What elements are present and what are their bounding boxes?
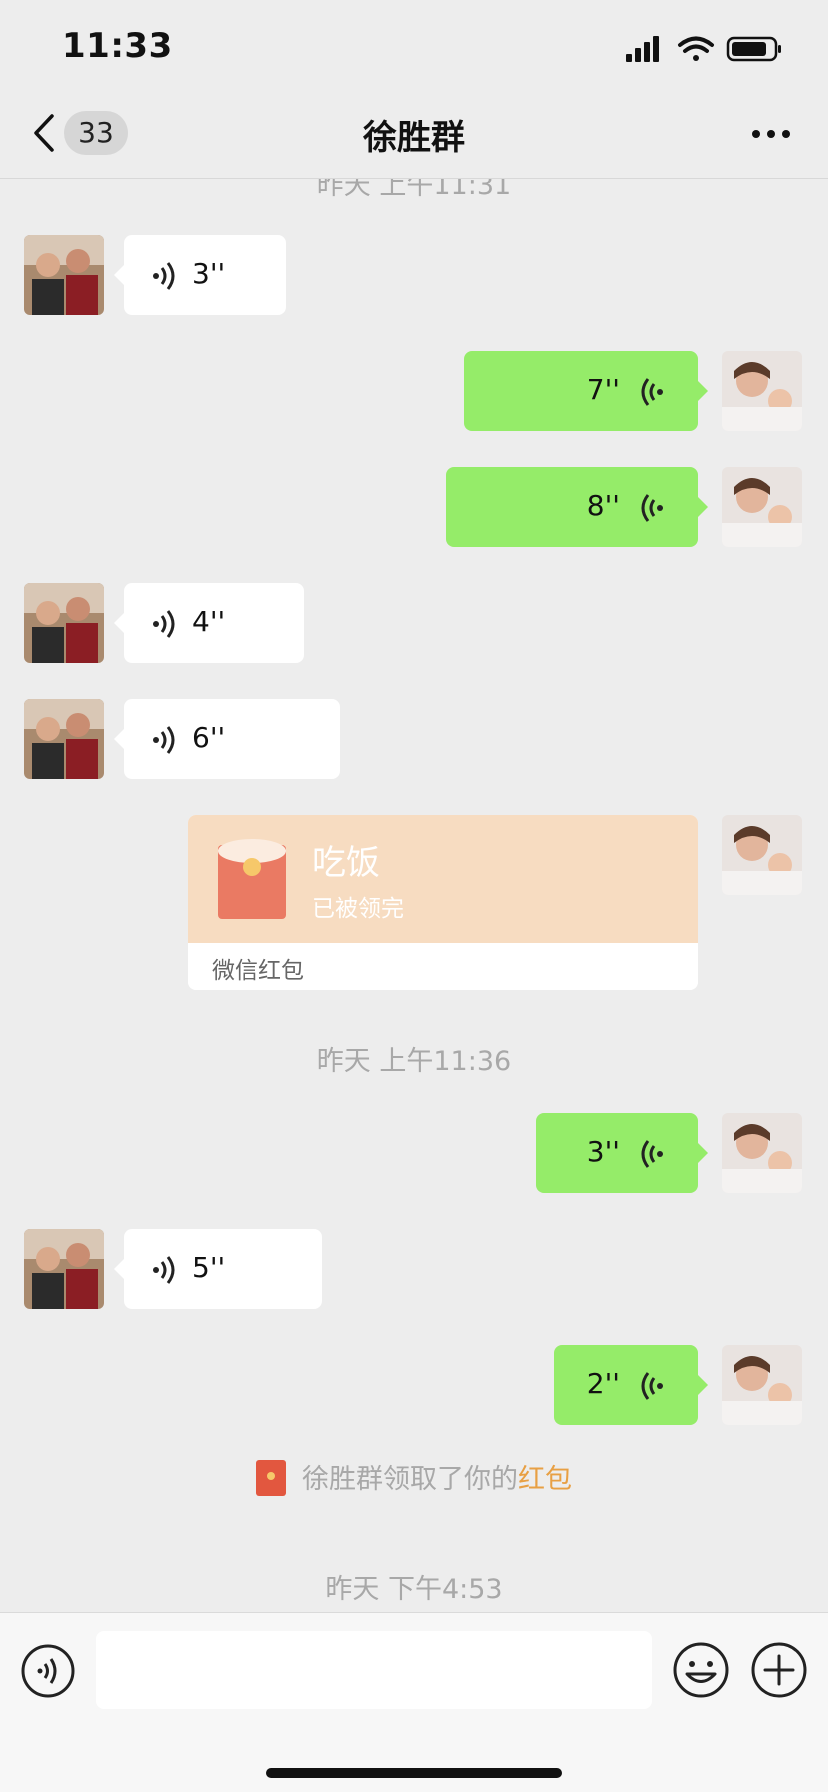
red-envelope-icon [218, 839, 286, 919]
voice-wave-icon [641, 494, 663, 522]
voice-message-incoming[interactable]: 4'' [114, 583, 304, 663]
avatar-self[interactable] [722, 467, 802, 547]
red-packet-message[interactable]: 吃饭 已被领完 微信红包 [188, 815, 698, 990]
home-indicator [266, 1768, 562, 1778]
voice-duration: 5'' [192, 1251, 226, 1284]
voice-message-incoming[interactable]: 3'' [114, 235, 286, 315]
cellular-signal-icon [626, 36, 659, 62]
system-message-text: 徐胜群领取了你的 [302, 1464, 518, 1495]
voice-wave-icon [641, 1372, 663, 1400]
red-packet-label: 微信红包 [212, 958, 304, 984]
chat-title: 徐胜群 [363, 118, 465, 158]
voice-wave-icon [153, 262, 175, 290]
ellipsis-icon[interactable] [750, 126, 792, 142]
plus-icon[interactable] [750, 1641, 808, 1699]
avatar-self[interactable] [722, 815, 802, 895]
voice-duration: 3'' [192, 257, 226, 290]
red-packet-status: 已被领完 [312, 896, 404, 922]
message-input[interactable] [96, 1631, 652, 1709]
voice-duration: 3'' [586, 1135, 620, 1168]
status-icons [626, 36, 781, 62]
voice-wave-icon [641, 1140, 663, 1168]
input-bar [0, 1612, 828, 1792]
avatar-contact[interactable] [24, 583, 104, 663]
timestamp: 昨天 上午11:31 [316, 179, 512, 201]
message-list[interactable]: 昨天 上午11:31 3'' 7'' 8'' 4'' 6'' 吃饭 已被领完 微… [0, 179, 828, 1612]
voice-message-incoming[interactable]: 5'' [114, 1229, 322, 1309]
avatar-self[interactable] [722, 1113, 802, 1193]
red-packet-title: 吃饭 [312, 843, 380, 883]
voice-wave-icon [153, 726, 175, 754]
voice-message-incoming[interactable]: 6'' [114, 699, 340, 779]
voice-duration: 6'' [192, 721, 226, 754]
voice-duration: 2'' [586, 1367, 620, 1400]
voice-message-outgoing[interactable]: 8'' [446, 467, 708, 547]
chat-screen: 11:33 33 徐胜群 昨天 上午11:31 3'' 7'' 8'' 4'' … [0, 0, 828, 1792]
wifi-icon [678, 36, 714, 61]
voice-wave-icon [153, 610, 175, 638]
voice-wave-icon [641, 378, 663, 406]
battery-icon [726, 36, 781, 62]
avatar-self[interactable] [722, 1345, 802, 1425]
voice-message-outgoing[interactable]: 2'' [554, 1345, 708, 1425]
status-time: 11:33 [62, 26, 173, 66]
system-message: 徐胜群领取了你的红包 [0, 1457, 828, 1496]
timestamp: 昨天 下午4:53 [325, 1574, 503, 1605]
voice-duration: 8'' [586, 489, 620, 522]
voice-message-outgoing[interactable]: 3'' [536, 1113, 708, 1193]
avatar-contact[interactable] [24, 235, 104, 315]
voice-input-icon[interactable] [20, 1643, 76, 1699]
voice-duration: 7'' [586, 373, 620, 406]
voice-wave-icon [153, 1256, 175, 1284]
red-packet-link[interactable]: 红包 [518, 1464, 572, 1495]
voice-duration: 4'' [192, 605, 226, 638]
avatar-contact[interactable] [24, 699, 104, 779]
nav-bar: 33 徐胜群 [0, 98, 828, 179]
red-packet-icon [256, 1460, 286, 1496]
voice-message-outgoing[interactable]: 7'' [464, 351, 708, 431]
emoji-icon[interactable] [672, 1641, 730, 1699]
avatar-self[interactable] [722, 351, 802, 431]
timestamp: 昨天 上午11:36 [316, 1046, 512, 1077]
red-packet-footer: 微信红包 [188, 943, 698, 990]
avatar-contact[interactable] [24, 1229, 104, 1309]
red-packet-header: 吃饭 已被领完 [188, 815, 698, 943]
